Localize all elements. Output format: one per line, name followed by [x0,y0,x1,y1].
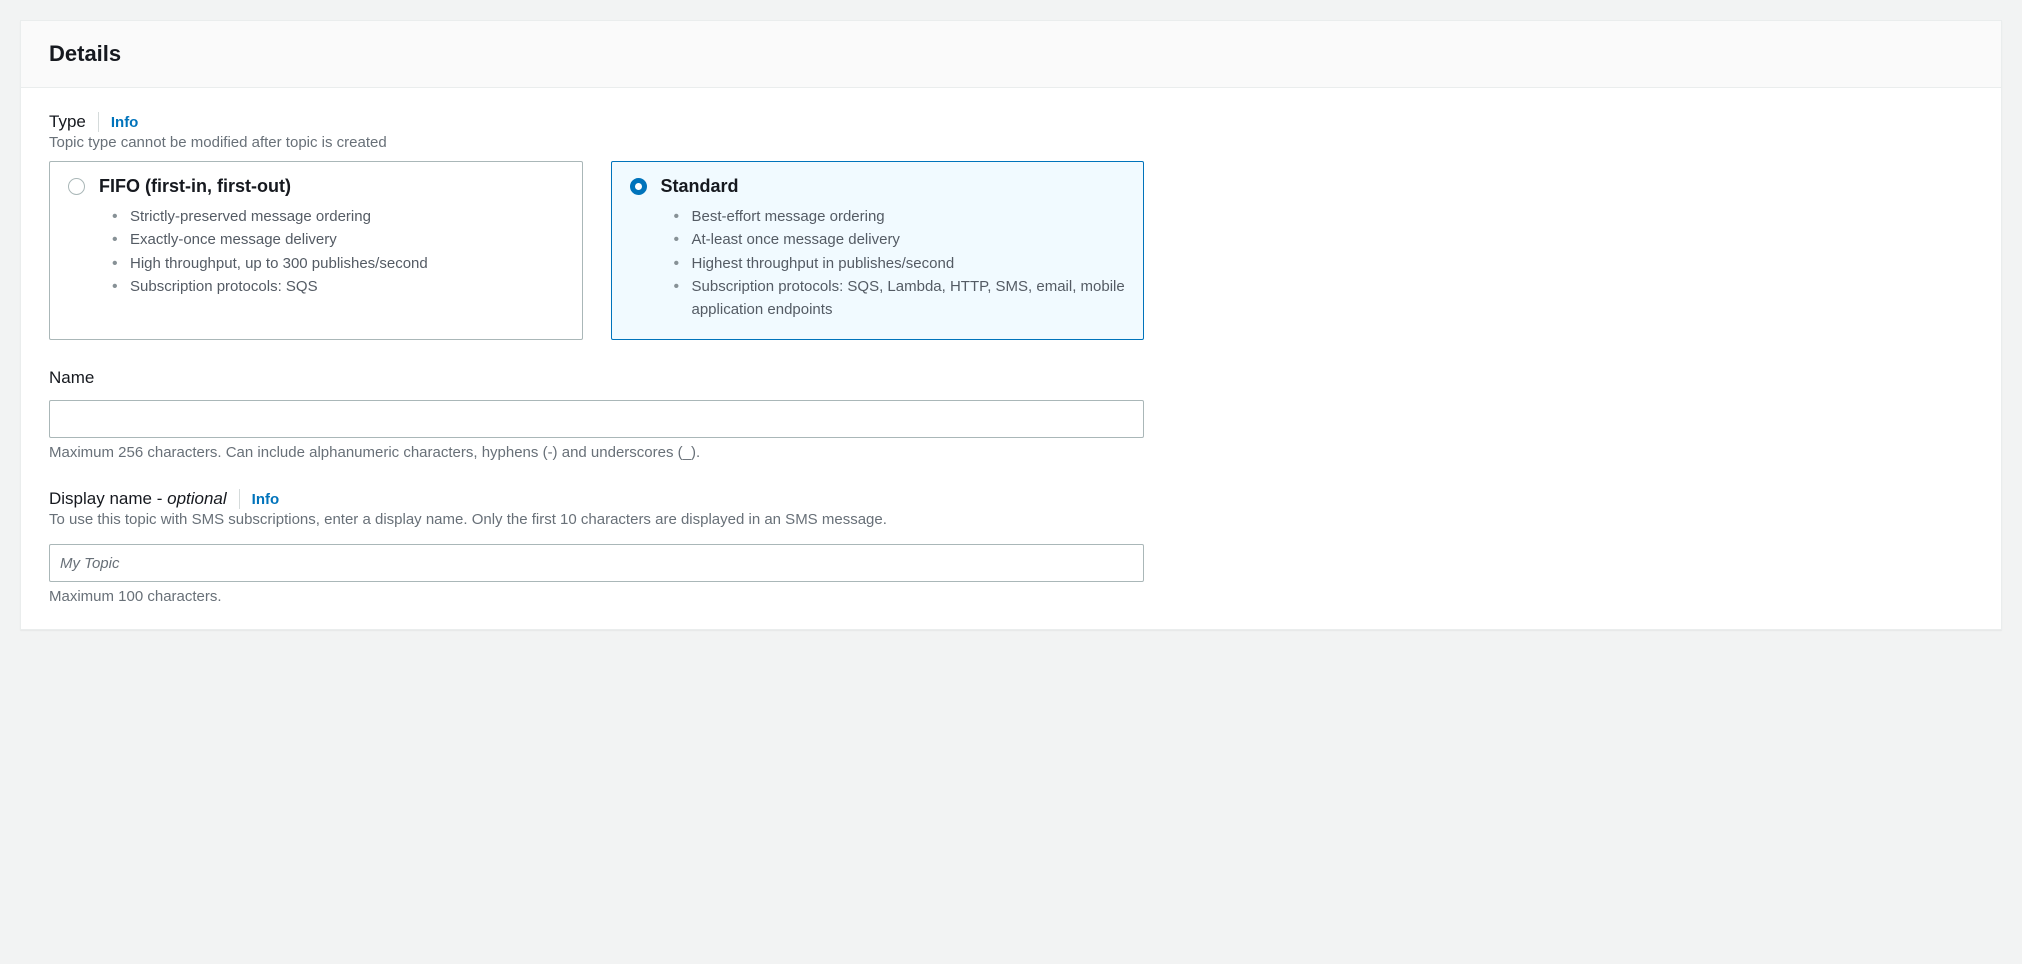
radio-icon [68,178,85,195]
radio-icon [630,178,647,195]
type-description: Topic type cannot be modified after topi… [49,134,1973,151]
list-item: Highest throughput in publishes/second [674,252,1126,275]
panel-title: Details [49,41,1973,67]
display-name-helper: Maximum 100 characters. [49,588,1973,605]
panel-header: Details [21,21,2001,88]
list-item: Subscription protocols: SQS [112,275,564,298]
list-item: Strictly-preserved message ordering [112,205,564,228]
display-name-info-link[interactable]: Info [252,491,280,508]
display-name-description: To use this topic with SMS subscriptions… [49,511,1973,528]
radio-card-fifo[interactable]: FIFO (first-in, first-out) Strictly-pres… [49,161,583,340]
list-item: Exactly-once message delivery [112,228,564,251]
list-item: High throughput, up to 300 publishes/sec… [112,252,564,275]
panel-body: Type Info Topic type cannot be modified … [21,88,2001,629]
radio-standard-title: Standard [661,176,739,197]
radio-standard-bullets: Best-effort message ordering At-least on… [630,205,1126,321]
type-label-row: Type Info [49,112,1973,132]
divider [98,112,99,132]
name-label-row: Name [49,368,1973,388]
name-form-group: Name Maximum 256 characters. Can include… [49,368,1973,461]
display-name-input[interactable] [49,544,1144,582]
list-item: Best-effort message ordering [674,205,1126,228]
type-radio-group: FIFO (first-in, first-out) Strictly-pres… [49,161,1144,340]
radio-fifo-bullets: Strictly-preserved message ordering Exac… [68,205,564,298]
type-info-link[interactable]: Info [111,114,139,131]
type-label: Type [49,112,86,132]
display-name-label: Display name - optional [49,489,227,509]
display-name-form-group: Display name - optional Info To use this… [49,489,1973,605]
name-helper: Maximum 256 characters. Can include alph… [49,444,1973,461]
display-name-label-row: Display name - optional Info [49,489,1973,509]
radio-card-standard[interactable]: Standard Best-effort message ordering At… [611,161,1145,340]
name-input[interactable] [49,400,1144,438]
name-label: Name [49,368,94,388]
display-name-label-optional: optional [167,489,227,508]
radio-card-standard-header: Standard [630,176,1126,197]
radio-card-fifo-header: FIFO (first-in, first-out) [68,176,564,197]
details-panel: Details Type Info Topic type cannot be m… [20,20,2002,630]
divider [239,489,240,509]
list-item: At-least once message delivery [674,228,1126,251]
list-item: Subscription protocols: SQS, Lambda, HTT… [674,275,1126,322]
radio-fifo-title: FIFO (first-in, first-out) [99,176,291,197]
display-name-label-prefix: Display name - [49,489,167,508]
